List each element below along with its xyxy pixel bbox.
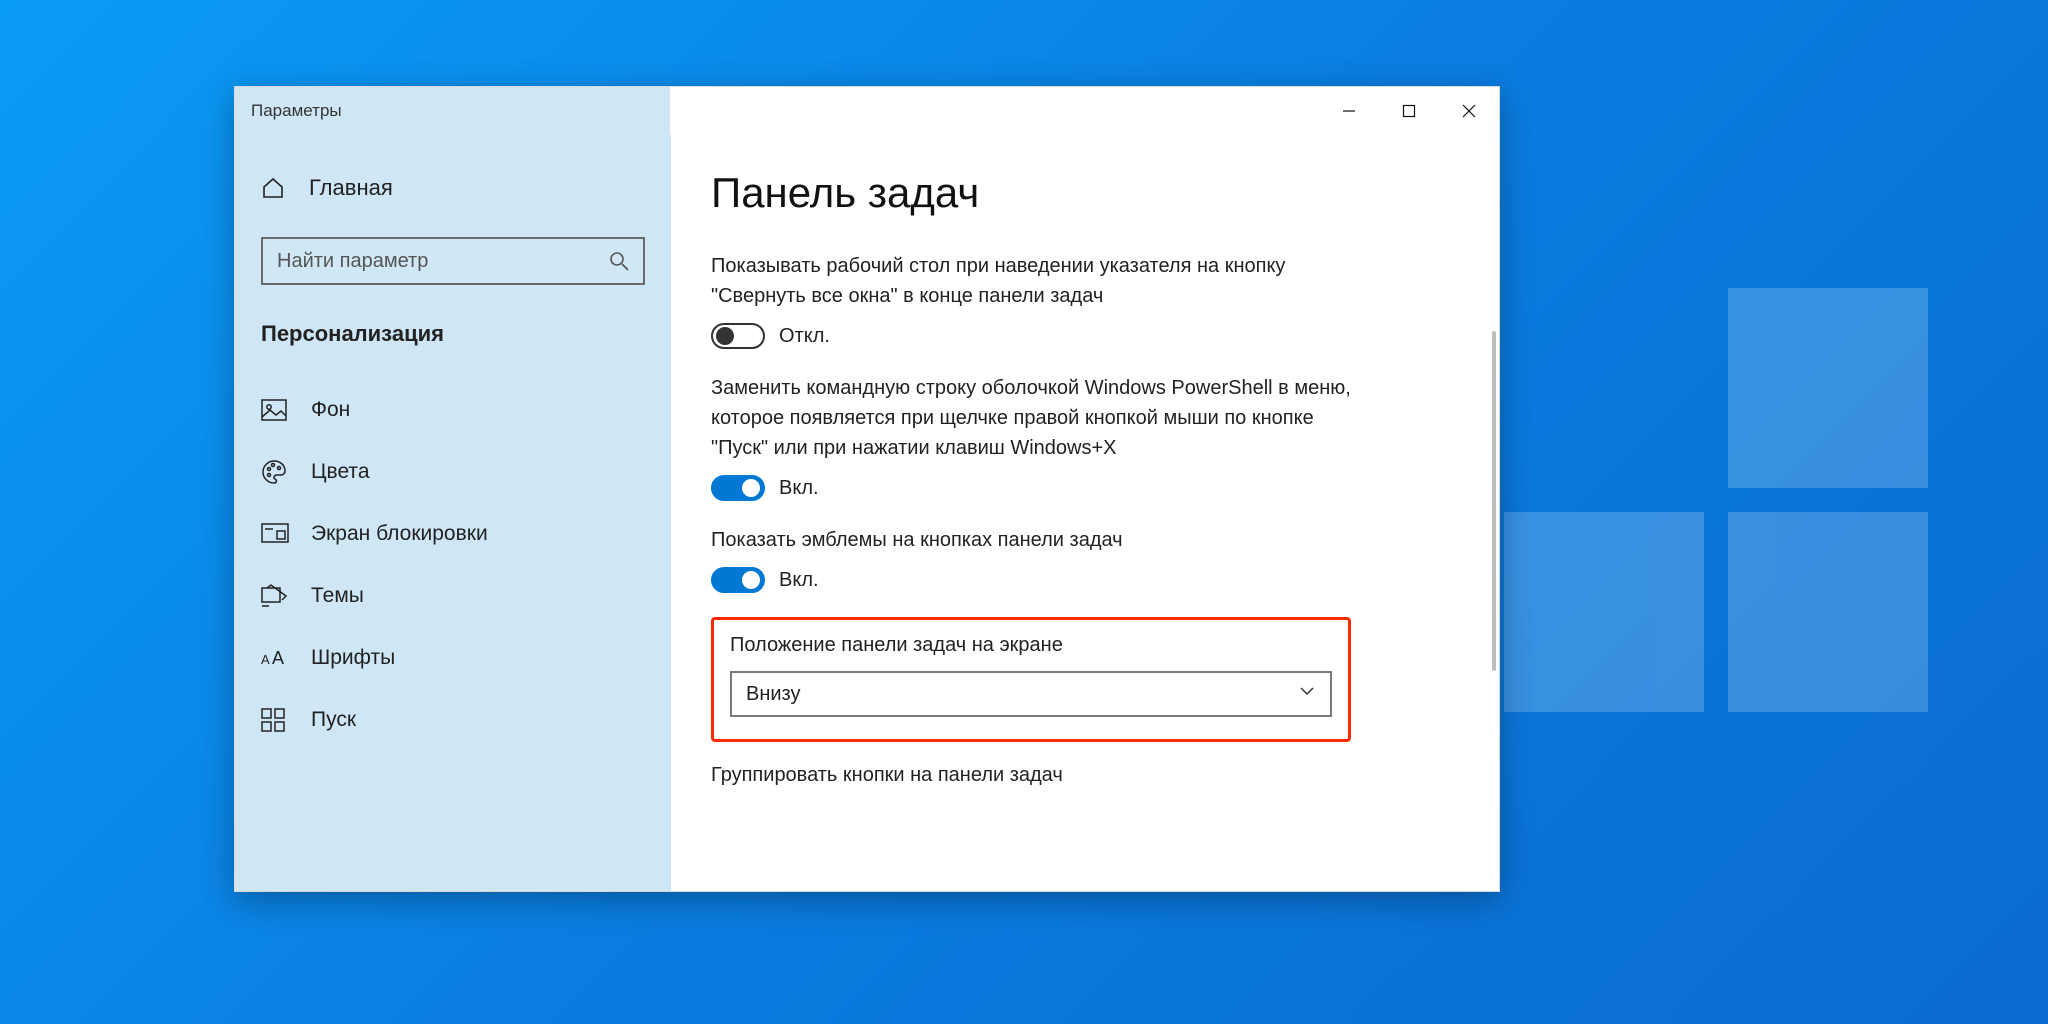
setting-badges: Показать эмблемы на кнопках панели задач… [711,525,1351,593]
content-area: Панель задач Показывать рабочий стол при… [671,135,1499,891]
home-icon [261,176,287,200]
scrollbar[interactable] [1492,331,1496,671]
search-field[interactable] [277,250,609,273]
sidebar-item-fonts[interactable]: AA Шрифты [235,627,671,689]
sidebar-category: Персонализация [235,307,671,367]
toggle-badges[interactable] [711,567,765,593]
settings-window: Параметры Главная [234,86,1500,892]
sidebar-item-themes[interactable]: Темы [235,565,671,627]
toggle-peek-desktop[interactable] [711,323,765,349]
start-icon [261,708,289,732]
palette-icon [261,459,289,485]
titlebar: Параметры [235,87,1499,135]
toggle-state-label: Откл. [779,325,830,348]
setting-peek-desktop: Показывать рабочий стол при наведении ук… [711,251,1351,349]
search-input[interactable] [261,237,645,285]
svg-text:A: A [272,648,284,668]
page-title: Панель задач [711,169,1459,217]
sidebar-item-background[interactable]: Фон [235,379,671,441]
setting-powershell: Заменить командную строку оболочкой Wind… [711,373,1351,501]
search-icon [609,251,629,271]
sidebar-home-label: Главная [309,175,393,201]
close-button[interactable] [1439,87,1499,135]
setting-label: Показывать рабочий стол при наведении ук… [711,251,1351,311]
sidebar-home[interactable]: Главная [235,163,671,213]
sidebar-item-label: Шрифты [311,646,395,670]
sidebar-item-start[interactable]: Пуск [235,689,671,751]
maximize-button[interactable] [1379,87,1439,135]
setting-label: Заменить командную строку оболочкой Wind… [711,373,1351,463]
sidebar-item-label: Экран блокировки [311,522,488,546]
window-title: Параметры [235,101,342,121]
sidebar-item-label: Темы [311,584,364,608]
picture-icon [261,399,289,421]
sidebar: Главная Персонализация Фон [235,135,671,891]
lockscreen-icon [261,523,289,545]
highlight-taskbar-position: Положение панели задач на экране Внизу [711,617,1351,742]
sidebar-item-label: Фон [311,398,350,422]
sidebar-item-lockscreen[interactable]: Экран блокировки [235,503,671,565]
themes-icon [261,584,289,608]
position-label: Положение панели задач на экране [730,634,1332,657]
group-buttons-label: Группировать кнопки на панели задач [711,764,1351,787]
toggle-state-label: Вкл. [779,569,819,592]
svg-text:A: A [261,652,270,667]
windows-logo-bg [1504,288,1928,736]
chevron-down-icon [1298,682,1316,706]
toggle-powershell[interactable] [711,475,765,501]
minimize-button[interactable] [1319,87,1379,135]
setting-label: Показать эмблемы на кнопках панели задач [711,525,1351,555]
dropdown-value: Внизу [746,683,801,706]
taskbar-position-dropdown[interactable]: Внизу [730,671,1332,717]
sidebar-item-colors[interactable]: Цвета [235,441,671,503]
sidebar-item-label: Пуск [311,708,356,732]
sidebar-item-label: Цвета [311,460,370,484]
toggle-state-label: Вкл. [779,477,819,500]
fonts-icon: AA [261,647,289,669]
